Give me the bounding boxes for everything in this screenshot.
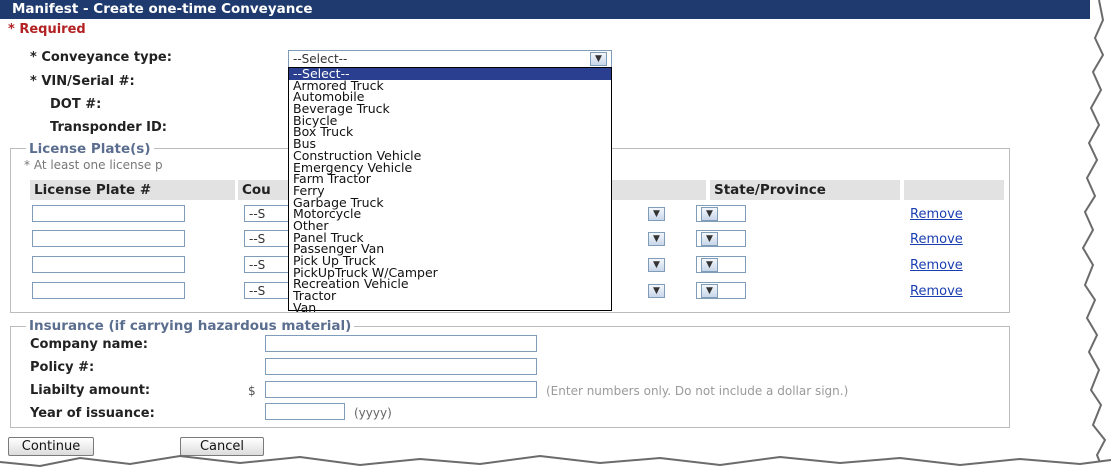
country-select[interactable]: --S	[244, 256, 294, 273]
country-select[interactable]: --S	[244, 230, 294, 247]
license-note: * At least one license p	[24, 158, 163, 172]
state-select[interactable]: ▼	[696, 256, 746, 273]
license-plates-legend: License Plate(s)	[26, 141, 154, 157]
license-plate-input[interactable]	[32, 230, 185, 247]
country-select[interactable]: --S	[244, 205, 294, 222]
policy-label: Policy #:	[30, 360, 95, 375]
header-state: State/Province	[710, 180, 900, 200]
state-select[interactable]: ▼	[696, 205, 746, 222]
dropdown-option[interactable]: Farm Tractor	[289, 173, 611, 185]
policy-input[interactable]	[265, 358, 537, 375]
chevron-down-icon[interactable]: ▼	[701, 284, 718, 298]
remove-link[interactable]: Remove	[910, 258, 963, 273]
state-select[interactable]: ▼	[696, 282, 746, 299]
dropdown-option[interactable]: Recreation Vehicle	[289, 278, 611, 290]
year-of-issuance-input[interactable]	[265, 403, 345, 420]
torn-edge-bottom	[0, 454, 1111, 470]
chevron-down-icon[interactable]: ▼	[648, 284, 665, 298]
license-plate-input[interactable]	[32, 205, 185, 222]
liability-amount-input[interactable]	[265, 381, 537, 398]
dropdown-option[interactable]: Motorcycle	[289, 208, 611, 220]
remove-link[interactable]: Remove	[910, 207, 963, 222]
year-of-issuance-label: Year of issuance:	[30, 406, 155, 421]
chevron-down-icon[interactable]: ▼	[648, 258, 665, 272]
conveyance-type-label: * Conveyance type:	[30, 50, 172, 65]
company-name-input[interactable]	[265, 335, 537, 352]
conveyance-type-value: --Select--	[293, 52, 348, 66]
country-select[interactable]: --S	[244, 282, 294, 299]
header-actions	[904, 180, 1004, 200]
header-license-plate: License Plate #	[30, 180, 235, 200]
dropdown-option[interactable]: Box Truck	[289, 126, 611, 138]
liability-hint: (Enter numbers only. Do not include a do…	[546, 384, 849, 398]
license-plate-input[interactable]	[32, 282, 185, 299]
remove-link[interactable]: Remove	[910, 232, 963, 247]
insurance-legend: Insurance (if carrying hazardous materia…	[26, 318, 355, 334]
dot-label: DOT #:	[50, 97, 102, 112]
license-plate-input[interactable]	[32, 256, 185, 273]
dropdown-option[interactable]: Tractor	[289, 289, 611, 302]
chevron-down-icon[interactable]: ▼	[701, 258, 718, 272]
dropdown-option[interactable]: Beverage Truck	[289, 102, 611, 115]
window-title: Manifest - Create one-time Conveyance	[0, 0, 1090, 19]
transponder-label: Transponder ID:	[50, 120, 167, 135]
vin-serial-label: * VIN/Serial #:	[30, 74, 135, 89]
year-hint: (yyyy)	[354, 406, 392, 420]
company-name-label: Company name:	[30, 337, 148, 352]
required-note: * Required	[8, 22, 86, 37]
chevron-down-icon[interactable]: ▼	[648, 232, 665, 246]
conveyance-type-dropdown[interactable]: --Select-- Armored Truck Automobile Beve…	[288, 67, 612, 314]
torn-edge-right	[1081, 0, 1111, 470]
remove-link[interactable]: Remove	[910, 284, 963, 299]
liability-label: Liabilty amount:	[30, 383, 151, 398]
chevron-down-icon[interactable]: ▼	[701, 207, 718, 221]
chevron-down-icon[interactable]: ▼	[701, 232, 718, 246]
state-select[interactable]: ▼	[696, 230, 746, 247]
chevron-down-icon[interactable]: ▼	[648, 207, 665, 221]
currency-symbol: $	[248, 384, 256, 398]
chevron-down-icon[interactable]: ▼	[590, 52, 607, 66]
dropdown-option[interactable]: Van	[289, 301, 611, 314]
